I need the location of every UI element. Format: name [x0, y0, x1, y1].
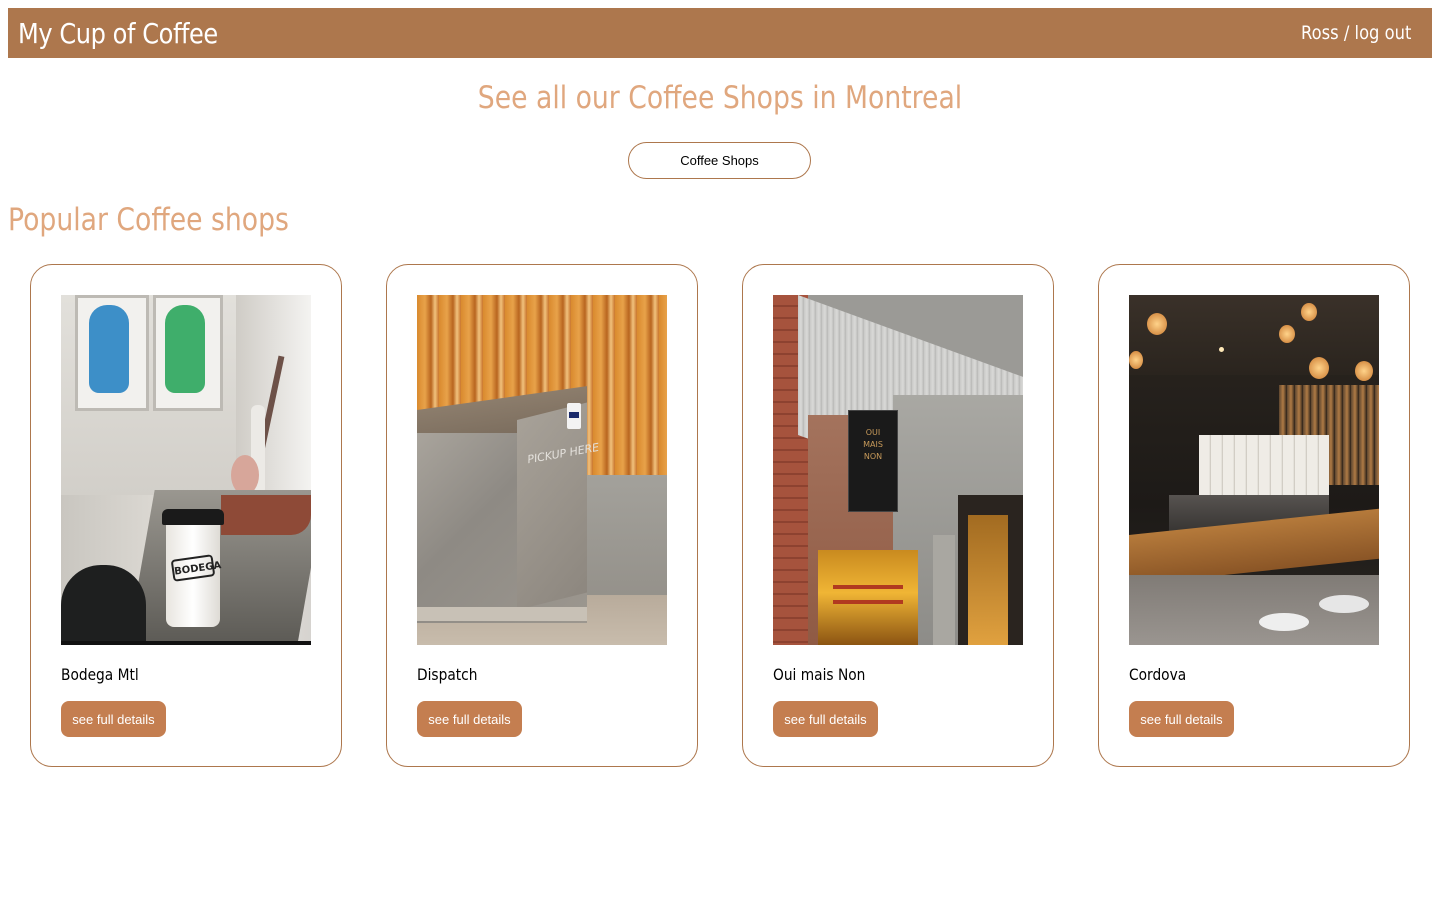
shop-card: Cordova see full details: [1098, 264, 1410, 767]
user-nav: Ross / log out: [1301, 22, 1411, 44]
oui-mais-non-sign: OUI MAIS NON: [863, 428, 883, 461]
shop-photo: PICKUP HERE: [417, 295, 667, 645]
shop-name: Oui mais Non: [773, 665, 866, 684]
see-full-details-button[interactable]: see full details: [1129, 701, 1234, 737]
popular-section-title: Popular Coffee shops: [8, 202, 289, 238]
brand-title[interactable]: My Cup of Coffee: [18, 17, 218, 50]
logout-link[interactable]: log out: [1354, 22, 1411, 44]
shop-photo: [1129, 295, 1379, 645]
nav-separator: /: [1338, 22, 1355, 44]
shop-name: Cordova: [1129, 665, 1187, 684]
shop-photo: OUI MAIS NON: [773, 295, 1023, 645]
see-full-details-button[interactable]: see full details: [773, 701, 878, 737]
top-navbar: My Cup of Coffee Ross / log out: [8, 8, 1432, 58]
shop-card: BODEGA Bodega Mtl see full details: [30, 264, 342, 767]
see-full-details-button[interactable]: see full details: [61, 701, 166, 737]
see-full-details-button[interactable]: see full details: [417, 701, 522, 737]
hero-title: See all our Coffee Shops in Montreal: [477, 80, 963, 116]
shop-name: Bodega Mtl: [61, 665, 139, 684]
shop-photo: BODEGA: [61, 295, 311, 645]
shop-name: Dispatch: [417, 665, 478, 684]
bodega-cup-logo: BODEGA: [170, 554, 222, 582]
shop-card: PICKUP HERE Dispatch see full details: [386, 264, 698, 767]
coffee-shops-button[interactable]: Coffee Shops: [628, 142, 811, 179]
shop-card-list: BODEGA Bodega Mtl see full details PICKU…: [30, 264, 1410, 767]
shop-card: OUI MAIS NON Oui mais Non see full detai…: [742, 264, 1054, 767]
user-link[interactable]: Ross: [1301, 22, 1339, 44]
